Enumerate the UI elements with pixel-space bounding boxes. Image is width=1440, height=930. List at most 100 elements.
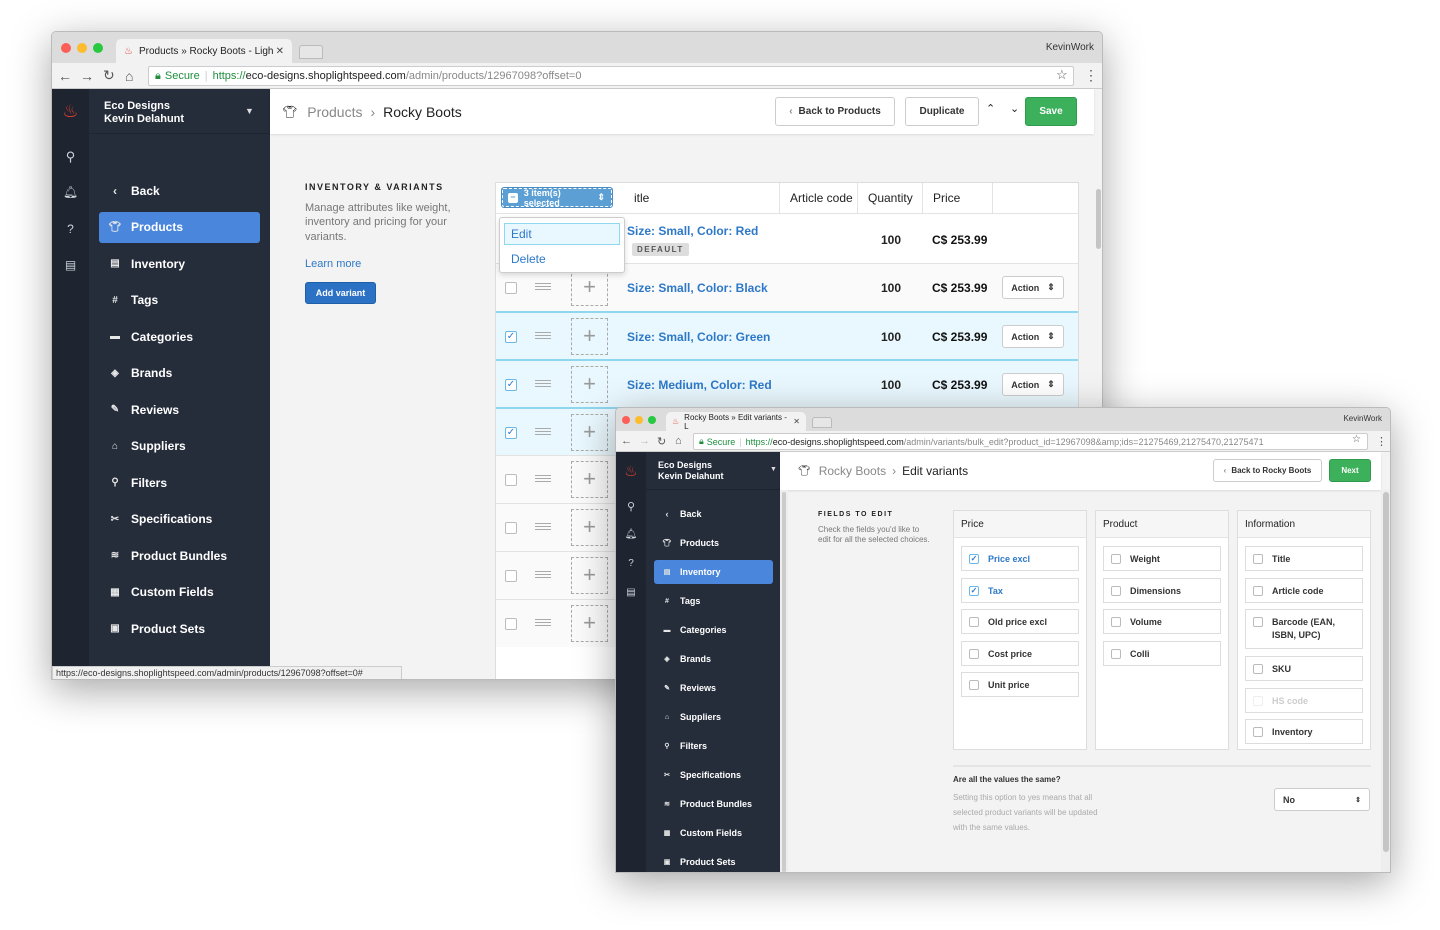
add-image-button[interactable]: + (571, 414, 608, 451)
field-option[interactable]: Colli (1103, 640, 1221, 666)
row-checkbox[interactable] (505, 282, 517, 294)
sidebar-item-categories[interactable]: ▬ Categories (99, 321, 260, 352)
field-option[interactable]: SKU (1245, 656, 1363, 681)
profile-name[interactable]: KevinWork (1046, 42, 1094, 53)
sidebar-back[interactable]: ‹ Back (99, 175, 260, 206)
field-checkbox[interactable] (1111, 648, 1121, 659)
drag-handle-icon[interactable] (535, 475, 551, 482)
field-checkbox[interactable] (1111, 554, 1121, 564)
reload-icon[interactable]: ↻ (103, 67, 115, 84)
chevron-down-icon[interactable]: ▼ (770, 466, 777, 473)
field-option[interactable]: ✓ Price excl (961, 546, 1079, 571)
new-tab-button[interactable] (299, 45, 323, 59)
maximize-window-button[interactable] (93, 43, 103, 53)
field-checkbox[interactable] (1111, 585, 1121, 596)
field-checkbox[interactable] (1253, 617, 1263, 627)
scrollbar[interactable] (1381, 490, 1390, 872)
drag-handle-icon[interactable] (535, 523, 551, 530)
field-checkbox[interactable] (1253, 554, 1263, 564)
forward-arrow-icon[interactable]: → (80, 68, 94, 84)
minimize-window-button[interactable] (635, 416, 643, 424)
variant-title-link[interactable]: Size: Medium, Color: Red (627, 378, 772, 392)
sidebar-item-specifications[interactable]: ✂ Specifications (99, 504, 260, 535)
bookmark-star-icon[interactable]: ☆ (1056, 67, 1068, 83)
new-tab-button[interactable] (812, 417, 832, 428)
add-image-button[interactable]: + (571, 269, 608, 306)
chevron-down-icon[interactable]: ▼ (245, 106, 254, 116)
bookmark-star-icon[interactable]: ☆ (1352, 434, 1361, 445)
sidebar-item-categories[interactable]: ▬ Categories (654, 618, 773, 642)
action-dropdown[interactable]: Action ⇕ (1002, 373, 1064, 396)
variant-title-link[interactable]: Size: Small, Color: Green (627, 330, 770, 344)
home-icon[interactable]: ⌂ (675, 435, 682, 447)
row-checkbox[interactable]: ✓ (505, 379, 517, 391)
duplicate-button[interactable]: Duplicate (905, 97, 979, 126)
sidebar-item-brands[interactable]: ◈ Brands (654, 647, 773, 671)
search-icon[interactable]: ⚲ (52, 149, 89, 165)
drag-handle-icon[interactable] (535, 380, 551, 387)
column-header-title[interactable]: itle (624, 183, 780, 213)
help-icon[interactable]: ? (616, 558, 646, 569)
sidebar-item-products[interactable]: 👕︎ Products (654, 531, 773, 555)
drag-handle-icon[interactable] (535, 428, 551, 435)
sidebar-item-custom-fields[interactable]: ▦ Custom Fields (99, 577, 260, 608)
field-option[interactable]: Unit price (961, 672, 1079, 697)
register-icon[interactable]: ▤ (52, 258, 89, 272)
breadcrumb-rocky-boots[interactable]: Rocky Boots (819, 464, 886, 478)
add-image-button[interactable]: + (571, 461, 608, 498)
field-checkbox[interactable] (969, 680, 979, 690)
lightspeed-logo-icon[interactable]: ♨ (616, 462, 646, 480)
store-switcher[interactable]: Eco Designs Kevin Delahunt (658, 460, 724, 482)
reload-icon[interactable]: ↻ (657, 435, 666, 448)
row-checkbox[interactable] (505, 522, 517, 534)
field-option[interactable]: Title (1245, 546, 1363, 571)
back-to-rocky-boots-button[interactable]: ‹ Back to Rocky Boots (1213, 459, 1322, 482)
close-tab-icon[interactable]: ✕ (276, 46, 284, 57)
url-input[interactable]: 🔒︎ Secure | https://eco-designs.shopligh… (148, 66, 1074, 86)
sidebar-item-product-bundles[interactable]: ≋ Product Bundles (654, 792, 773, 816)
back-arrow-icon[interactable]: ← (621, 435, 632, 447)
browser-tab[interactable]: ♨ Products » Rocky Boots - Ligh ✕ (116, 39, 292, 63)
browser-menu-icon[interactable]: ⋮ (1376, 435, 1387, 448)
learn-more-link[interactable]: Learn more (305, 258, 361, 270)
sidebar-back[interactable]: ‹ Back (654, 502, 773, 526)
field-checkbox[interactable] (1253, 664, 1263, 674)
sidebar-item-specifications[interactable]: ✂ Specifications (654, 763, 773, 787)
profile-name[interactable]: KevinWork (1343, 414, 1382, 423)
sidebar-item-filters[interactable]: ⚲ Filters (99, 467, 260, 498)
previous-chevron-icon[interactable]: ⌃ (986, 102, 995, 115)
action-dropdown[interactable]: Action ⇕ (1002, 276, 1064, 299)
sidebar-item-filters[interactable]: ⚲ Filters (654, 734, 773, 758)
action-dropdown[interactable]: Action ⇕ (1002, 325, 1064, 348)
row-checkbox[interactable] (505, 570, 517, 582)
field-option[interactable]: Inventory (1245, 719, 1363, 744)
field-option[interactable]: Cost price (961, 640, 1079, 666)
field-option[interactable]: ✓ Tax (961, 577, 1079, 603)
next-chevron-icon[interactable]: ⌄ (1010, 102, 1019, 115)
sidebar-item-suppliers[interactable]: ⌂ Suppliers (99, 431, 260, 462)
register-icon[interactable]: ▤ (616, 587, 646, 598)
sidebar-item-product-sets[interactable]: ▣ Product Sets (654, 850, 773, 872)
sidebar-item-tags[interactable]: # Tags (654, 589, 773, 613)
same-values-select[interactable]: No ⇕ (1274, 788, 1370, 811)
browser-tab[interactable]: ♨ Rocky Boots » Edit variants - L ✕ (666, 412, 806, 431)
field-option[interactable]: Article code (1245, 577, 1363, 603)
variant-title-link[interactable]: Size: Small, Color: Red (627, 224, 758, 238)
sidebar-item-reviews[interactable]: ✎ Reviews (99, 394, 260, 425)
column-header-article-code[interactable]: Article code (780, 183, 858, 213)
field-option[interactable]: Weight (1103, 546, 1221, 571)
back-to-products-button[interactable]: ‹ Back to Products (775, 97, 895, 126)
store-switcher[interactable]: Eco Designs Kevin Delahunt (104, 100, 184, 126)
row-checkbox[interactable] (505, 618, 517, 630)
add-image-button[interactable]: + (571, 509, 608, 546)
close-window-button[interactable] (622, 416, 630, 424)
field-checkbox[interactable]: ✓ (969, 554, 979, 564)
sidebar-item-custom-fields[interactable]: ▦ Custom Fields (654, 821, 773, 845)
help-icon[interactable]: ? (52, 222, 89, 236)
field-option[interactable]: Barcode (EAN, ISBN, UPC) (1245, 609, 1363, 649)
row-checkbox[interactable] (505, 474, 517, 486)
sidebar-item-inventory[interactable]: ▤ Inventory (654, 560, 773, 584)
bulk-actions-dropdown[interactable]: − 3 item(s) selected ⇕ (501, 187, 613, 208)
menu-item-delete[interactable]: Delete (504, 248, 620, 270)
field-checkbox[interactable] (1253, 727, 1263, 737)
